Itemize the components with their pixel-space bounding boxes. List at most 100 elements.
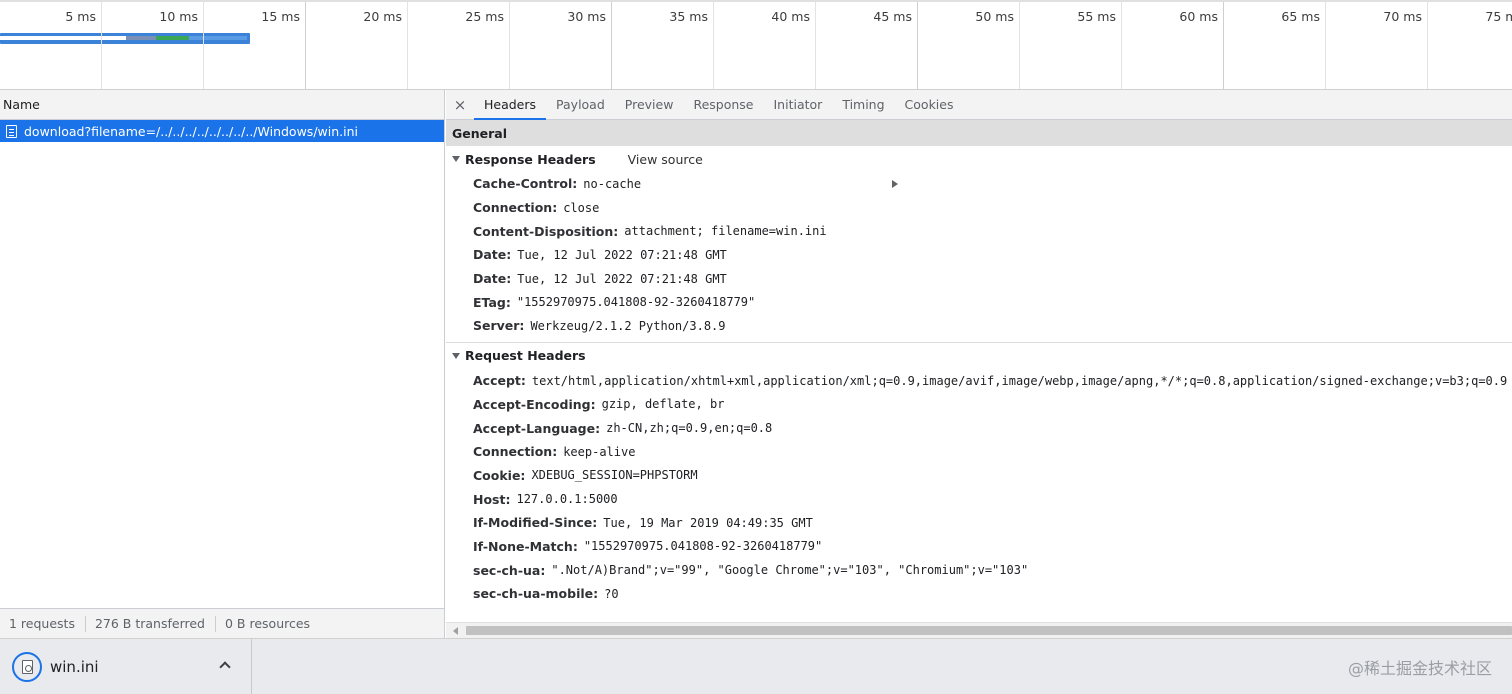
tab-preview[interactable]: Preview [615,90,684,119]
timeline-tick: 45 ms [816,2,918,89]
general-section-toggle[interactable]: General [446,120,1512,188]
header-name: Connection: [473,444,558,460]
scroll-left-icon[interactable] [453,627,458,635]
timeline-tick: 25 ms [408,2,510,89]
triangle-right-icon [892,180,898,188]
header-row: sec-ch-ua: ".Not/A)Brand";v="99", "Google… [446,558,1512,582]
header-row: sec-ch-ua-mobile: ?0 [446,582,1512,606]
header-row: Accept-Language: zh-CN,zh;q=0.9,en;q=0.8 [446,416,1512,440]
header-value: Tue, 12 Jul 2022 07:21:48 GMT [517,247,727,262]
timeline-tick-label: 75 ms [1485,9,1512,24]
tab-response[interactable]: Response [683,90,763,119]
header-row: Date: Tue, 12 Jul 2022 07:21:48 GMT [446,267,1512,291]
response-headers-toggle[interactable]: Response Headers View source [446,146,1512,172]
header-name: Server: [473,318,525,334]
timeline-tick: 35 ms [612,2,714,89]
details-tabbar: × Headers Payload Preview Response Initiator… [446,90,1512,120]
timeline-tick-label: 5 ms [65,9,96,24]
timeline-tick-label: 55 ms [1077,9,1116,24]
timeline-tick-label: 15 ms [261,9,300,24]
triangle-down-icon [452,156,460,162]
header-name: Accept: [473,373,526,389]
timeline-tick-label: 45 ms [873,9,912,24]
timeline-tick-label: 25 ms [465,9,504,24]
header-name: Content-Disposition: [473,223,619,239]
header-value: gzip, deflate, br [601,397,725,412]
timeline-tick: 75 ms [1428,2,1512,89]
header-value: ".Not/A)Brand";v="99", "Google Chrome";v… [551,563,1029,578]
header-value: text/html,application/xhtml+xml,applicat… [531,373,1508,388]
request-list-panel: Name download?filename=/../../../../../.… [0,90,445,638]
download-item[interactable]: win.ini [0,639,252,694]
timeline-tick-label: 60 ms [1179,9,1218,24]
header-row: Host: 127.0.0.1:5000 [446,487,1512,511]
close-icon[interactable]: × [446,90,474,119]
response-headers-list: Cache-Control: no-cache Connection: close Co… [446,172,1512,338]
tab-initiator[interactable]: Initiator [764,90,833,119]
header-row: Date: Tue, 12 Jul 2022 07:21:48 GMT [446,243,1512,267]
tab-cookies[interactable]: Cookies [895,90,964,119]
header-row: If-None-Match: "1552970975.041808-92-3260… [446,535,1512,559]
timeline-tick: 70 ms [1326,2,1428,89]
header-row: Cache-Control: no-cache [446,172,1512,196]
view-source-link[interactable]: View source [628,152,703,167]
timeline-tick: 10 ms [102,2,204,89]
header-value: XDEBUG_SESSION=PHPSTORM [531,468,698,483]
tab-headers[interactable]: Headers [474,90,547,120]
header-value: "1552970975.041808-92-3260418779" [516,295,756,310]
timeline-tick: 15 ms [204,2,306,89]
request-name: download?filename=/../../../../../../../… [24,123,358,139]
header-name: Date: [473,247,512,263]
header-name: Cache-Control: [473,176,578,192]
tab-timing[interactable]: Timing [832,90,894,119]
transferred-size: 276 B transferred [86,615,216,632]
header-row: Cookie: XDEBUG_SESSION=PHPSTORM [446,464,1512,488]
timeline-overview[interactable]: 5 ms 10 ms 15 ms 20 ms 25 ms 30 ms 35 ms 40 ms 4… [0,0,1512,90]
timeline-tick-label: 30 ms [567,9,606,24]
header-name: sec-ch-ua: [473,562,546,578]
scrollbar-thumb[interactable] [466,626,1512,635]
settings-file-icon [21,660,33,674]
name-column-header[interactable]: Name [0,90,444,120]
timeline-tick: 5 ms [0,2,102,89]
network-status-bar: 1 requests 276 B transferred 0 B resourc… [0,608,444,638]
timeline-tick-label: 40 ms [771,9,810,24]
general-label: General [452,125,507,141]
header-row: Accept-Encoding: gzip, deflate, br [446,393,1512,417]
header-row: Connection: close [446,196,1512,220]
timeline-tick-label: 35 ms [669,9,708,24]
header-value: Tue, 12 Jul 2022 07:21:48 GMT [517,271,727,286]
header-name: Host: [473,491,511,507]
triangle-down-icon [452,352,460,359]
tab-payload[interactable]: Payload [546,90,615,119]
timeline-tick: 40 ms [714,2,816,89]
header-value: Werkzeug/2.1.2 Python/3.8.9 [530,318,726,333]
header-value: attachment; filename=win.ini [624,224,827,239]
header-name: ETag: [473,294,511,310]
timeline-tick: 60 ms [1122,2,1224,89]
header-name: Accept-Encoding: [473,396,596,412]
request-row-selected[interactable]: download?filename=/../../../../../../../… [0,120,444,142]
timeline-tick-label: 20 ms [363,9,402,24]
header-row: Content-Disposition: attachment; filename… [446,219,1512,243]
document-icon [6,124,17,138]
chevron-up-icon[interactable] [219,661,231,673]
request-details-panel: × Headers Payload Preview Response Initiator… [446,90,1512,638]
timeline-tick-label: 70 ms [1383,9,1422,24]
timeline-tick-label: 50 ms [975,9,1014,24]
timeline-tick-label: 10 ms [159,9,198,24]
header-name: Connection: [473,200,558,216]
request-headers-toggle[interactable]: Request Headers [446,343,1512,369]
header-value: close [563,200,600,215]
header-value: ?0 [604,586,619,601]
download-file-name: win.ini [50,658,99,676]
header-name: Cookie: [473,467,526,483]
header-name: Date: [473,271,512,287]
download-shelf: win.ini @稀土掘金技术社区 [0,638,1512,694]
header-name: sec-ch-ua-mobile: [473,586,599,602]
header-value: no-cache [583,176,642,191]
horizontal-scrollbar[interactable] [446,622,1512,638]
header-row: Accept: text/html,application/xhtml+xml,a… [446,369,1512,393]
timeline-tick: 50 ms [918,2,1020,89]
watermark: @稀土掘金技术社区 [1347,659,1492,678]
